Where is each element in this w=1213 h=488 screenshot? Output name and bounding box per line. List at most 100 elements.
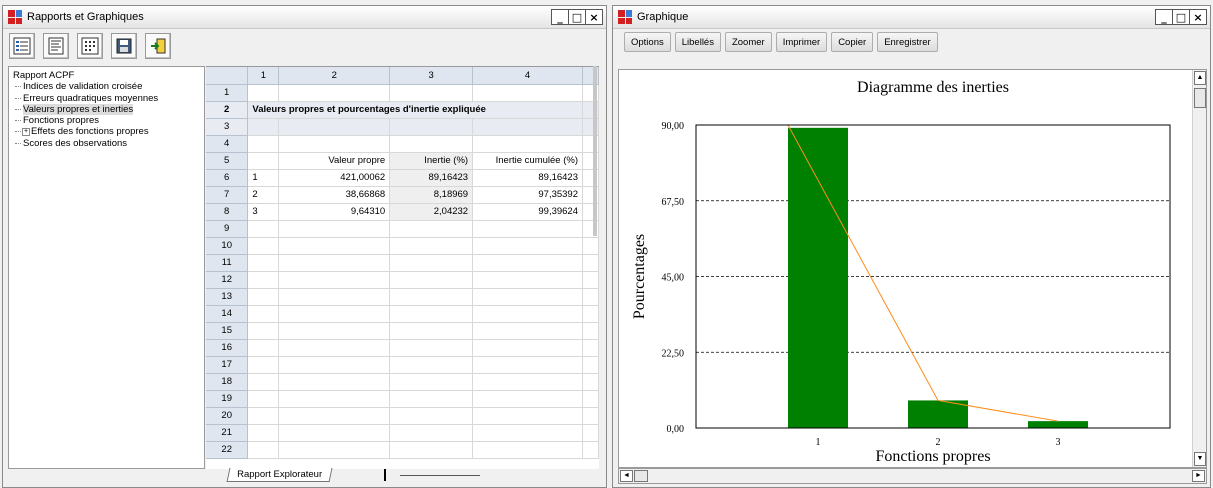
tab-rapport-explorateur[interactable]: Rapport Explorateur [226,468,333,482]
row-header[interactable]: 9 [206,220,249,238]
row-header[interactable]: 21 [206,424,249,442]
row-header[interactable]: 8 [206,203,249,221]
table-cell[interactable]: 38,66868 [278,186,391,204]
tree-item-fonctions-propres[interactable]: Fonctions propres [13,115,200,126]
y-axis-label: Pourcentages [631,234,648,319]
row-header[interactable]: 10 [206,237,249,255]
column-label: Valeur propre [278,152,391,170]
scroll-hthumb[interactable] [634,470,648,482]
enregistrer-button[interactable]: Enregistrer [877,32,938,52]
grid-scrollbar[interactable] [593,66,597,236]
libelles-button[interactable]: Libellés [674,32,721,52]
y-tick-label: 0,00 [667,424,685,435]
tree-item-effets[interactable]: Effets des fonctions propres [31,126,149,137]
imprimer-button[interactable]: Imprimer [775,32,828,52]
scroll-right-icon[interactable]: ► [1192,470,1205,482]
table-cell[interactable]: 8,18969 [389,186,474,204]
table-cell[interactable]: 2,04232 [389,203,474,221]
grid-dots-icon[interactable] [77,33,103,59]
y-tick-label: 90,00 [662,121,685,132]
expand-icon[interactable]: + [22,127,30,136]
copier-button[interactable]: Copier [831,32,874,52]
col-header[interactable]: 2 [278,67,391,85]
y-tick-label: 45,00 [662,273,685,284]
row-header[interactable]: 4 [206,135,249,153]
scroll-down-icon[interactable]: ▼ [1194,452,1206,466]
scroll-thumb[interactable] [1194,88,1206,108]
scroll-up-icon[interactable]: ▲ [1194,71,1206,85]
minimize-button[interactable]: _ [1155,9,1173,25]
report-tree: Rapport ACPF Indices de validation crois… [8,66,205,469]
table-cell[interactable]: 89,16423 [389,169,474,187]
row-header[interactable]: 5 [206,152,249,170]
exit-icon[interactable] [145,33,171,59]
row-header[interactable]: 12 [206,271,249,289]
col-header[interactable]: 3 [389,67,474,85]
row-header[interactable]: 22 [206,441,249,459]
bar [788,127,848,428]
tree-item-indices-validation[interactable]: Indices de validation croisée [13,81,200,92]
app-icon [618,10,632,24]
row-header[interactable]: 17 [206,356,249,374]
tree-root[interactable]: Rapport ACPF [13,70,200,81]
bar [1028,421,1088,428]
report-grid: 1 2 3 4 1 2 Valeurs propres et pourcentag… [206,66,599,469]
bar [908,400,968,428]
chart-window: Graphique _ □ × Options Libellés Zoomer … [612,5,1211,488]
chart-title: Diagramme des inerties [857,79,1009,96]
minimize-button[interactable]: _ [551,9,569,25]
chart-vertical-scrollbar[interactable]: ▲ ▼ [1192,70,1206,467]
row-header[interactable]: 2 [206,101,249,119]
row-header[interactable]: 16 [206,339,249,357]
row-header[interactable]: 13 [206,288,249,306]
table-cell[interactable]: 97,35392 [472,186,583,204]
table-cell[interactable]: 2 [247,186,280,204]
maximize-button[interactable]: □ [568,9,586,25]
table-title: Valeurs propres et pourcentages d'inerti… [247,101,583,119]
table-cell[interactable]: 1 [247,169,280,187]
row-header[interactable]: 11 [206,254,249,272]
maximize-button[interactable]: □ [1172,9,1190,25]
horizontal-scroll-track[interactable] [400,475,480,476]
tree-item-valeurs-propres[interactable]: Valeurs propres et inerties [23,103,134,115]
options-button[interactable]: Options [624,32,671,52]
zoomer-button[interactable]: Zoomer [724,32,772,52]
col-header[interactable]: 4 [472,67,583,85]
row-header[interactable]: 18 [206,373,249,391]
row-header[interactable]: 20 [206,407,249,425]
table-cell[interactable]: 421,00062 [278,169,391,187]
chart-toolbar: Options Libellés Zoomer Imprimer Copier … [613,29,1210,55]
x-tick-label: 3 [1056,437,1061,448]
scroll-left-icon[interactable]: ◄ [620,470,633,482]
close-button[interactable]: × [1189,9,1207,25]
table-cell[interactable]: 89,16423 [472,169,583,187]
close-button[interactable]: × [585,9,603,25]
row-header[interactable]: 14 [206,305,249,323]
bottom-tabs: Rapport Explorateur [208,468,598,483]
tree-item-scores[interactable]: Scores des observations [13,138,200,149]
tab-splitter[interactable] [384,469,386,481]
row-header[interactable]: 19 [206,390,249,408]
row-header[interactable]: 7 [206,186,249,204]
reports-window-title: Rapports et Graphiques [27,11,144,23]
save-icon[interactable] [111,33,137,59]
chart-titlebar[interactable]: Graphique _ □ × [613,6,1210,29]
table-cell[interactable]: 99,39624 [472,203,583,221]
x-tick-label: 2 [936,437,941,448]
reports-window: Rapports et Graphiques _ □ × Rapport ACP… [2,5,607,488]
row-header[interactable]: 1 [206,84,249,102]
row-header[interactable]: 6 [206,169,249,187]
reports-titlebar[interactable]: Rapports et Graphiques _ □ × [3,6,606,29]
chart-horizontal-scrollbar[interactable]: ◄ ► [618,468,1207,484]
row-header[interactable]: 3 [206,118,249,136]
app-icon [8,10,22,24]
tree-item-erreurs-quadratiques[interactable]: Erreurs quadratiques moyennes [13,93,200,104]
col-header[interactable]: 1 [247,67,280,85]
column-label: Inertie cumulée (%) [472,152,583,170]
tree-view-icon[interactable] [9,33,35,59]
row-header[interactable]: 15 [206,322,249,340]
report-view-icon[interactable] [43,33,69,59]
table-cell[interactable]: 3 [247,203,280,221]
table-cell[interactable]: 9,64310 [278,203,391,221]
x-axis-label: Fonctions propres [875,448,990,465]
